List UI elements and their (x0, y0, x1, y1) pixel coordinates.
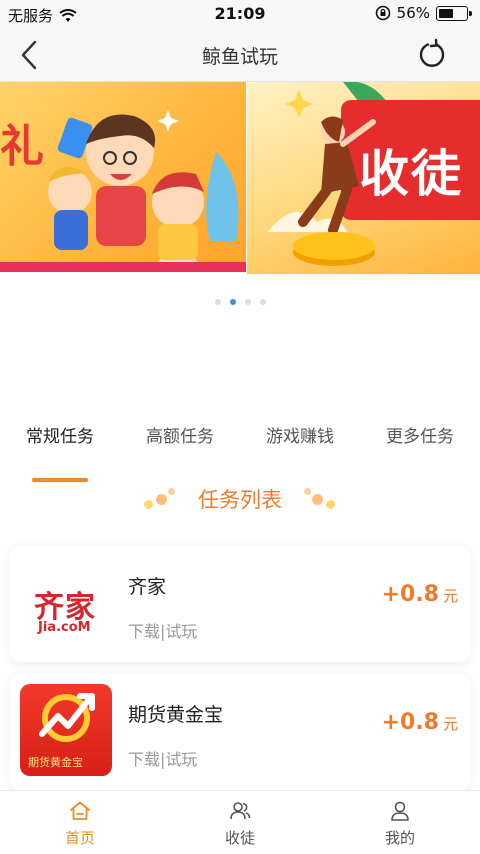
banner-slide-recruit[interactable]: 收徒 (247, 82, 480, 274)
home-icon (70, 801, 90, 820)
banner-stripe (0, 262, 246, 272)
logo-subtext: Jia.coM (38, 620, 91, 635)
battery-percent: 56% (396, 4, 430, 22)
orientation-lock-icon (375, 5, 390, 21)
status-right: 56% (375, 4, 472, 22)
section-title: 任务列表 (198, 488, 282, 512)
tabbar-mine[interactable]: 我的 (320, 791, 480, 854)
bottom-tab-bar: 首页 收徒 我的 (0, 790, 480, 854)
banner-carousel[interactable]: 礼 收徒 (0, 82, 480, 274)
users-icon (230, 802, 251, 820)
banner-coin (293, 232, 375, 260)
tabbar-recruit[interactable]: 收徒 (160, 791, 320, 854)
battery-icon (436, 5, 472, 21)
reward-unit: 元 (442, 587, 458, 605)
carousel-dot[interactable] (214, 299, 221, 305)
tab-more-tasks[interactable]: 更多任务 (386, 418, 454, 464)
user-icon (391, 801, 409, 821)
logo-text: 期货黄金宝 (28, 756, 83, 769)
carousel-dot[interactable] (229, 299, 236, 305)
reward-amount: +0.8 (381, 710, 439, 735)
carousel-dot[interactable] (259, 299, 266, 305)
tabbar-home[interactable]: 首页 (0, 791, 160, 854)
tab-high-reward-tasks[interactable]: 高额任务 (146, 418, 214, 464)
task-name: 期货黄金宝 (128, 704, 224, 726)
qihuo-app-logo: 期货黄金宝 (20, 684, 112, 776)
tab-regular-tasks[interactable]: 常规任务 (26, 418, 94, 482)
status-bar: 无服务 21:09 56% (0, 0, 480, 28)
banner-illustration-family (48, 110, 239, 262)
qijia-app-logo: 齐家 Jia.coM (20, 556, 112, 648)
reward-amount: +0.8 (381, 582, 439, 607)
tabbar-mine-label: 我的 (384, 829, 415, 847)
reward-unit: 元 (442, 715, 458, 733)
task-card[interactable]: 齐家 Jia.coM 齐家 下载|试玩 +0.8 元 (10, 546, 470, 662)
carousel-dot[interactable] (244, 299, 251, 305)
task-name: 齐家 (128, 576, 167, 598)
nav-bar: 鲸鱼试玩 (0, 28, 480, 82)
task-reward: +0.8 元 (382, 710, 458, 735)
app-screen: 无服务 21:09 56% 鲸鱼试玩 礼 收徒 常规任务 高额任务 游戏赚钱 更… (0, 0, 480, 854)
refresh-icon[interactable] (416, 38, 448, 70)
battery-fill (439, 8, 453, 18)
page-title: 鲸鱼试玩 (201, 46, 278, 68)
chart-arrow-icon (39, 693, 95, 737)
task-tabs: 常规任务 高额任务 游戏赚钱 更多任务 (0, 418, 480, 482)
tabbar-home-label: 首页 (64, 829, 95, 847)
task-desc: 下载|试玩 (128, 750, 198, 769)
task-desc: 下载|试玩 (128, 622, 198, 641)
tab-game-earnings[interactable]: 游戏赚钱 (266, 418, 334, 464)
banner-slide-gift[interactable]: 礼 (0, 82, 246, 272)
carousel-dots (0, 299, 480, 305)
task-reward: +0.8 元 (382, 582, 458, 607)
task-card[interactable]: 期货黄金宝 期货黄金宝 下载|试玩 +0.8 元 (10, 674, 470, 790)
tabbar-recruit-label: 收徒 (224, 829, 255, 847)
